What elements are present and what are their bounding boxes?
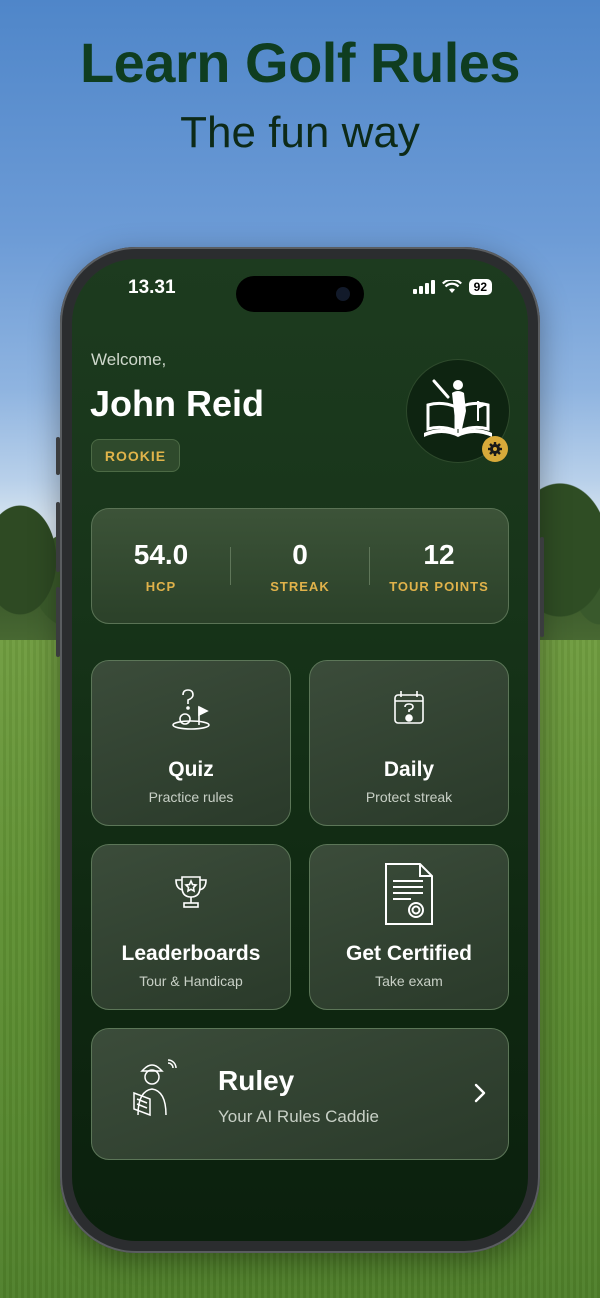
stats-panel: 54.0 HCP 0 STREAK 12 TOUR POINTS bbox=[91, 508, 509, 624]
daily-subtitle: Protect streak bbox=[365, 789, 453, 805]
volume-up-button bbox=[56, 502, 60, 572]
certified-subtitle: Take exam bbox=[375, 973, 443, 989]
stat-value: 0 bbox=[292, 538, 308, 570]
leaderboards-title: Leaderboards bbox=[121, 942, 261, 965]
caddie-reading-icon bbox=[133, 1059, 177, 1117]
certified-card[interactable]: Get Certified Take exam bbox=[309, 844, 509, 1010]
leaderboards-subtitle: Tour & Handicap bbox=[139, 973, 243, 989]
stat-label: TOUR POINTS bbox=[389, 578, 489, 594]
ruley-subtitle: Your AI Rules Caddie bbox=[218, 1107, 379, 1126]
certified-title: Get Certified bbox=[345, 942, 473, 965]
quiz-card[interactable]: Quiz Practice rules bbox=[91, 660, 291, 826]
app-screen: 13.31 92 Welcome, John Reid ROOKIE 54.0 … bbox=[72, 259, 528, 1241]
daily-card[interactable]: Daily Protect streak bbox=[309, 660, 509, 826]
quiz-subtitle: Practice rules bbox=[148, 789, 234, 805]
stat-label: HCP bbox=[145, 578, 177, 594]
chevron-right-icon bbox=[474, 1083, 486, 1103]
phone-frame: 13.31 92 Welcome, John Reid ROOKIE 54.0 … bbox=[56, 247, 544, 1253]
stat-hcp: 54.0 HCP bbox=[92, 539, 230, 594]
daily-title: Daily bbox=[383, 758, 435, 781]
signal-icon bbox=[412, 280, 435, 294]
promo-subheadline: The fun way bbox=[180, 108, 420, 157]
wifi-icon bbox=[441, 280, 462, 293]
stat-value: 12 bbox=[423, 538, 455, 570]
stat-streak: 0 STREAK bbox=[231, 539, 369, 594]
stat-value: 54.0 bbox=[133, 538, 189, 570]
settings-button[interactable] bbox=[482, 436, 508, 462]
gear-icon bbox=[488, 442, 502, 456]
promo-headline: Learn Golf Rules bbox=[79, 31, 521, 94]
calendar-question-icon bbox=[394, 691, 424, 724]
battery-indicator: 92 bbox=[468, 279, 492, 295]
stat-tour-points: 12 TOUR POINTS bbox=[370, 539, 508, 594]
status-icons: 92 bbox=[412, 279, 492, 295]
ruley-card[interactable]: Ruley Your AI Rules Caddie bbox=[91, 1028, 509, 1160]
volume-down-button bbox=[56, 587, 60, 657]
dynamic-island bbox=[236, 276, 364, 312]
status-time: 13.31 bbox=[128, 277, 176, 298]
leaderboards-card[interactable]: Leaderboards Tour & Handicap bbox=[91, 844, 291, 1010]
rank-badge[interactable]: ROOKIE bbox=[91, 439, 180, 472]
stat-label: STREAK bbox=[270, 578, 330, 594]
ruley-title: Ruley bbox=[218, 1065, 295, 1096]
certificate-icon bbox=[385, 863, 433, 925]
action-button bbox=[56, 437, 60, 475]
power-button bbox=[540, 537, 544, 637]
trophy-icon bbox=[175, 876, 207, 908]
quiz-title: Quiz bbox=[168, 758, 214, 781]
golf-question-icon bbox=[172, 689, 210, 730]
welcome-text: Welcome, bbox=[91, 350, 167, 369]
user-name: John Reid bbox=[90, 383, 265, 424]
